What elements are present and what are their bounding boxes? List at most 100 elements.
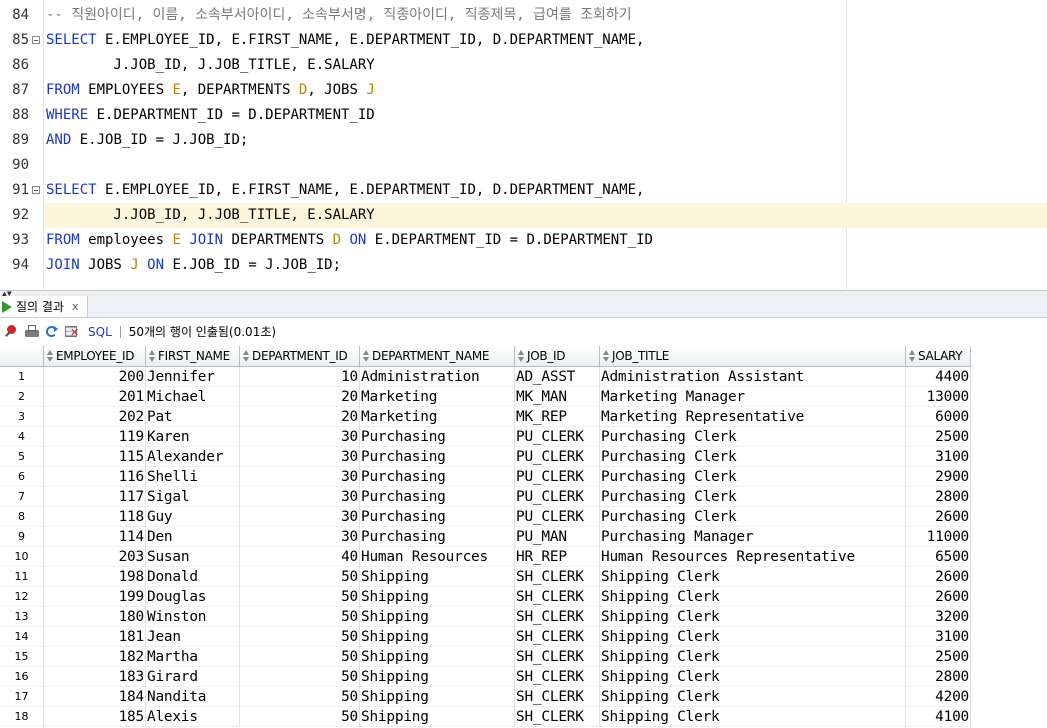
cell-salary[interactable]: 2900 — [906, 467, 971, 487]
cell-department-name[interactable]: Marketing — [360, 387, 515, 407]
cell-first-name[interactable]: Den — [146, 527, 240, 547]
cell-job-id[interactable]: SH_CLERK — [515, 667, 600, 687]
cell-first-name[interactable]: Martha — [146, 647, 240, 667]
sort-icon[interactable] — [47, 350, 54, 362]
row-number[interactable]: 13 — [0, 607, 44, 627]
cell-department-id[interactable]: 30 — [240, 527, 360, 547]
editor-line[interactable]: 86 J.JOB_ID, J.JOB_TITLE, E.SALARY — [0, 53, 1047, 78]
cell-job-id[interactable]: PU_CLERK — [515, 507, 600, 527]
sort-icon[interactable] — [518, 350, 525, 362]
column-header-job-title[interactable]: JOB_TITLE — [600, 346, 906, 367]
editor-line[interactable]: 89 AND E.JOB_ID = J.JOB_ID; — [0, 128, 1047, 153]
table-row[interactable]: 9 114 Den 30 Purchasing PU_MAN Purchasing Mana… — [0, 527, 972, 547]
table-row[interactable]: 6 116 Shelli 30 Purchasing PU_CLERK Purchasing… — [0, 467, 972, 487]
cell-salary[interactable]: 11000 — [906, 527, 971, 547]
cell-salary[interactable]: 4400 — [906, 367, 971, 387]
cell-job-title[interactable]: Shipping Clerk — [600, 567, 906, 587]
tab-query-result[interactable]: 질의 결과 x — [0, 296, 88, 317]
cell-salary[interactable]: 3100 — [906, 447, 971, 467]
fold-toggle-icon[interactable] — [32, 36, 40, 44]
cell-department-id[interactable]: 20 — [240, 387, 360, 407]
cell-salary[interactable]: 13000 — [906, 387, 971, 407]
cell-department-id[interactable]: 40 — [240, 547, 360, 567]
cell-department-id[interactable]: 30 — [240, 447, 360, 467]
cell-first-name[interactable]: Donald — [146, 567, 240, 587]
cell-department-name[interactable]: Purchasing — [360, 447, 515, 467]
row-number[interactable]: 17 — [0, 687, 44, 707]
editor-line[interactable]: 93 FROM employees E JOIN DEPARTMENTS D ON… — [0, 228, 1047, 253]
cell-job-title[interactable]: Marketing Manager — [600, 387, 906, 407]
cell-department-id[interactable]: 50 — [240, 627, 360, 647]
cell-department-id[interactable]: 50 — [240, 707, 360, 727]
row-number[interactable]: 12 — [0, 587, 44, 607]
cell-job-id[interactable]: PU_MAN — [515, 527, 600, 547]
cell-job-title[interactable]: Administration Assistant — [600, 367, 906, 387]
cell-salary[interactable]: 6000 — [906, 407, 971, 427]
table-row[interactable]: 12 199 Douglas 50 Shipping SH_CLERK Shipping C… — [0, 587, 972, 607]
cell-employee-id[interactable]: 185 — [44, 707, 146, 727]
cell-job-title[interactable]: Shipping Clerk — [600, 707, 906, 727]
cell-department-id[interactable]: 50 — [240, 647, 360, 667]
row-number[interactable]: 6 — [0, 467, 44, 487]
column-header-department-id[interactable]: DEPARTMENT_ID — [240, 346, 360, 367]
cell-employee-id[interactable]: 184 — [44, 687, 146, 707]
cell-first-name[interactable]: Jean — [146, 627, 240, 647]
cell-department-name[interactable]: Shipping — [360, 567, 515, 587]
row-number[interactable]: 18 — [0, 707, 44, 727]
editor-line[interactable]: 88 WHERE E.DEPARTMENT_ID = D.DEPARTMENT_I… — [0, 103, 1047, 128]
cell-job-title[interactable]: Purchasing Clerk — [600, 487, 906, 507]
cell-job-title[interactable]: Shipping Clerk — [600, 647, 906, 667]
table-row[interactable]: 2 201 Michael 20 Marketing MK_MAN Marketing Ma… — [0, 387, 972, 407]
cell-job-title[interactable]: Shipping Clerk — [600, 687, 906, 707]
cell-job-title[interactable]: Shipping Clerk — [600, 627, 906, 647]
table-row[interactable]: 8 118 Guy 30 Purchasing PU_CLERK Purchasing Cl… — [0, 507, 972, 527]
row-number[interactable]: 11 — [0, 567, 44, 587]
cell-department-id[interactable]: 30 — [240, 487, 360, 507]
cell-job-id[interactable]: PU_CLERK — [515, 447, 600, 467]
cell-job-id[interactable]: PU_CLERK — [515, 487, 600, 507]
table-row[interactable]: 3 202 Pat 20 Marketing MK_REP Marketing Repres… — [0, 407, 972, 427]
cell-department-name[interactable]: Shipping — [360, 607, 515, 627]
sort-icon[interactable] — [909, 350, 916, 362]
cell-department-name[interactable]: Purchasing — [360, 527, 515, 547]
cell-job-id[interactable]: SH_CLERK — [515, 687, 600, 707]
cell-employee-id[interactable]: 199 — [44, 587, 146, 607]
sort-icon[interactable] — [149, 350, 156, 362]
cell-employee-id[interactable]: 202 — [44, 407, 146, 427]
row-number[interactable]: 16 — [0, 667, 44, 687]
sql-editor[interactable]: 84 -- 직원아이디, 이름, 소속부서아이디, 소속부서명, 직종아이디, 직… — [0, 0, 1047, 290]
cell-job-id[interactable]: MK_REP — [515, 407, 600, 427]
cell-first-name[interactable]: Shelli — [146, 467, 240, 487]
cell-employee-id[interactable]: 180 — [44, 607, 146, 627]
table-row[interactable]: 14 181 Jean 50 Shipping SH_CLERK Shipping Cler… — [0, 627, 972, 647]
clear-grid-icon[interactable] — [64, 324, 80, 340]
cell-salary[interactable]: 2800 — [906, 487, 971, 507]
print-icon[interactable] — [24, 324, 40, 340]
cell-salary[interactable]: 4200 — [906, 687, 971, 707]
cell-job-id[interactable]: MK_MAN — [515, 387, 600, 407]
cell-employee-id[interactable]: 115 — [44, 447, 146, 467]
cell-employee-id[interactable]: 203 — [44, 547, 146, 567]
cell-job-id[interactable]: SH_CLERK — [515, 567, 600, 587]
cell-department-name[interactable]: Shipping — [360, 687, 515, 707]
column-header-department-name[interactable]: DEPARTMENT_NAME — [360, 346, 515, 367]
cell-department-id[interactable]: 50 — [240, 667, 360, 687]
cell-employee-id[interactable]: 198 — [44, 567, 146, 587]
editor-line[interactable]: 91 SELECT E.EMPLOYEE_ID, E.FIRST_NAME, E.… — [0, 178, 1047, 203]
table-row[interactable]: 1 200 Jennifer 10 Administration AD_ASST Admin… — [0, 367, 972, 387]
cell-department-id[interactable]: 30 — [240, 427, 360, 447]
cell-employee-id[interactable]: 182 — [44, 647, 146, 667]
cell-department-name[interactable]: Purchasing — [360, 467, 515, 487]
sort-icon[interactable] — [243, 350, 250, 362]
cell-salary[interactable]: 3200 — [906, 607, 971, 627]
table-row[interactable]: 4 119 Karen 30 Purchasing PU_CLERK Purchasing … — [0, 427, 972, 447]
cell-salary[interactable]: 4100 — [906, 707, 971, 727]
table-row[interactable]: 7 117 Sigal 30 Purchasing PU_CLERK Purchasing … — [0, 487, 972, 507]
close-icon[interactable]: x — [72, 300, 79, 313]
cell-job-title[interactable]: Purchasing Clerk — [600, 447, 906, 467]
editor-line[interactable]: 84 -- 직원아이디, 이름, 소속부서아이디, 소속부서명, 직종아이디, 직… — [0, 3, 1047, 28]
row-number[interactable]: 5 — [0, 447, 44, 467]
cell-first-name[interactable]: Michael — [146, 387, 240, 407]
cell-department-name[interactable]: Purchasing — [360, 507, 515, 527]
sort-icon[interactable] — [363, 350, 370, 362]
